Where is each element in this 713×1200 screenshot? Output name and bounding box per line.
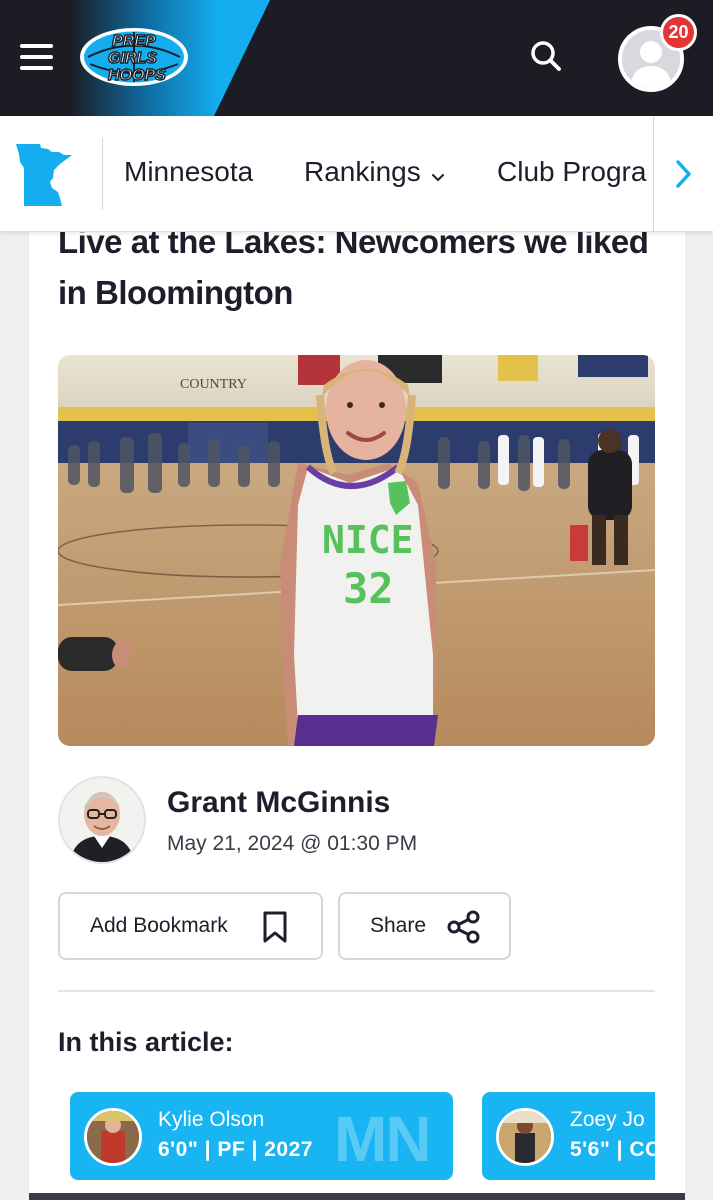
nav-item-minnesota[interactable]: Minnesota [124,156,253,188]
add-bookmark-label: Add Bookmark [90,914,228,937]
nav-item-rankings[interactable]: Rankings [304,156,445,190]
publish-date: May 21, 2024 @ 01:30 PM [167,832,418,855]
share-button[interactable]: Share [338,892,511,960]
nav-divider-right [653,116,654,232]
logo-text-prep: PREP [112,33,156,50]
jersey-text: NICE [322,518,414,562]
nav-divider [102,138,103,210]
player-name: Zoey Jo [570,1108,645,1131]
bottom-edge [29,1193,685,1200]
chevron-down-icon [431,158,445,190]
jersey-number: 32 [343,564,394,613]
player-state-watermark: MN [334,1103,432,1175]
article-hero-image[interactable]: COUNTRY NICE 32 [58,355,655,746]
gym-sign-text: COUNTRY [180,377,247,392]
player-name: Kylie Olson [158,1108,265,1131]
player-avatar [84,1108,142,1166]
player-info: 6'0" | PF | 2027 [158,1138,313,1161]
player-card[interactable]: Kylie Olson 6'0" | PF | 2027 MN [70,1092,453,1180]
nav-item-club-programs[interactable]: Club Progra [497,156,653,188]
logo-text-girls: GIRLS [108,50,157,67]
in-this-article-heading: In this article: [58,1027,234,1057]
share-label: Share [370,914,427,937]
player-avatar [496,1108,554,1166]
player-cards-carousel[interactable]: Kylie Olson 6'0" | PF | 2027 MN Zoey Jo … [58,1092,655,1182]
nav-item-rankings-label: Rankings [304,156,421,187]
search-icon[interactable] [528,38,564,74]
bookmark-icon [260,910,290,950]
section-divider [58,990,655,992]
player-info: 5'6" | CC [570,1138,655,1161]
author-avatar[interactable] [58,776,146,864]
notification-badge[interactable]: 20 [660,14,697,51]
chevron-right-icon[interactable] [668,156,698,192]
minnesota-state-icon[interactable] [14,142,74,208]
top-header: PREP GIRLS HOOPS [0,0,713,116]
share-icon [446,910,482,950]
menu-icon[interactable] [20,44,53,72]
state-nav-bar: Minnesota Rankings Club Progra [0,116,713,232]
add-bookmark-button[interactable]: Add Bookmark [58,892,323,960]
author-name[interactable]: Grant McGinnis [167,786,390,820]
prep-girls-hoops-logo[interactable]: PREP GIRLS HOOPS [78,26,190,88]
logo-text-hoops: HOOPS [108,67,166,84]
player-card[interactable]: Zoey Jo 5'6" | CC [482,1092,655,1180]
